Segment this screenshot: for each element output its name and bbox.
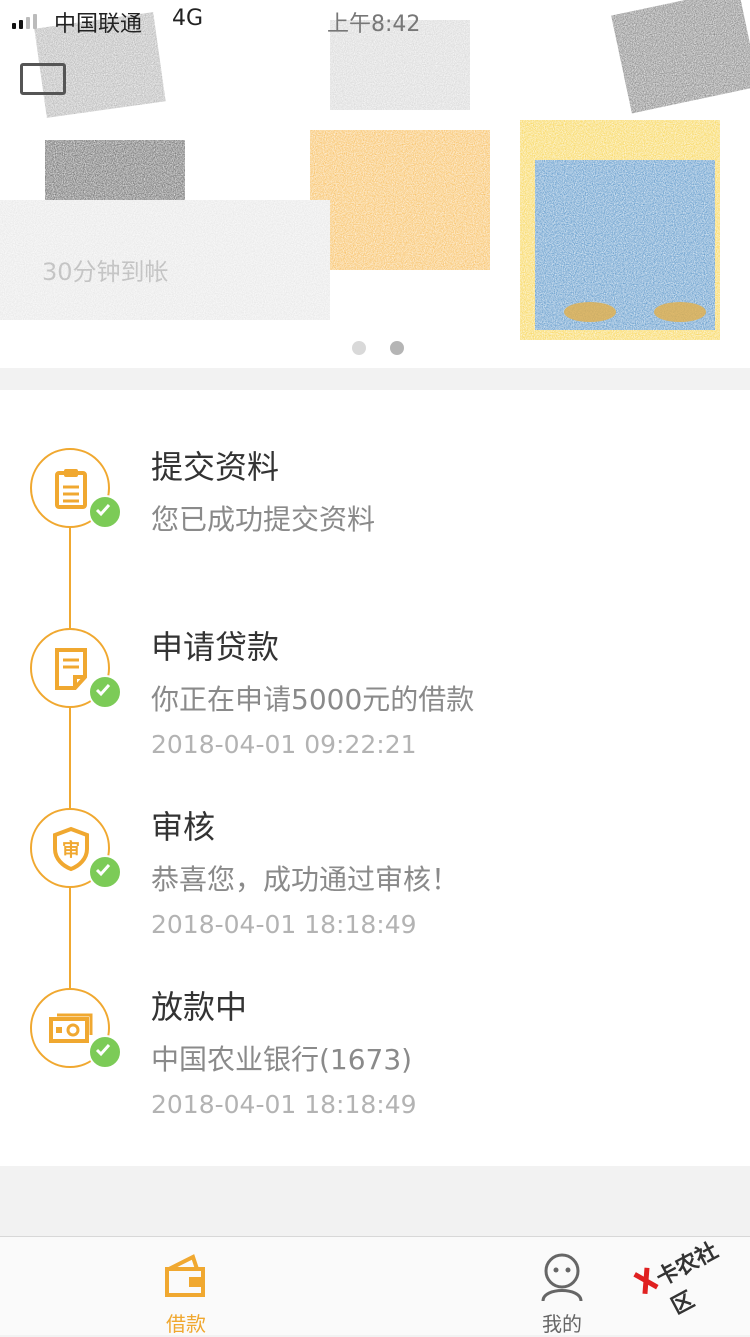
check-icon xyxy=(88,495,122,529)
promo-banner[interactable]: 30分钟到帐 xyxy=(0,0,750,368)
banner-caption: 30分钟到帐 xyxy=(42,258,169,286)
user-icon xyxy=(541,1253,583,1301)
page-dot-2[interactable] xyxy=(390,341,404,355)
banner-illustration xyxy=(0,0,750,340)
clipboard-icon xyxy=(30,448,122,529)
step-title: 申请贷款 xyxy=(151,628,280,666)
tab-mine[interactable]: 我的 xyxy=(507,1237,617,1336)
check-icon xyxy=(88,855,122,889)
wallet-icon xyxy=(165,1254,205,1297)
carrier-name: 中国联通 xyxy=(54,12,143,37)
step-description: 您已成功提交资料 xyxy=(151,503,376,536)
check-icon xyxy=(88,675,122,709)
step-timestamp: 2018-04-01 09:22:21 xyxy=(151,730,417,759)
tab-label: 借款 xyxy=(166,1312,206,1336)
step-title: 审核 xyxy=(151,808,216,846)
step-description: 中国农业银行(1673) xyxy=(151,1043,413,1076)
step-description: 恭喜您，成功通过审核！ xyxy=(151,863,460,896)
timeline-connector xyxy=(69,490,71,1010)
svg-text:审: 审 xyxy=(62,839,80,861)
banner-page-indicator xyxy=(352,341,404,355)
back-button[interactable] xyxy=(20,63,66,95)
step-timestamp: 2018-04-01 18:18:49 xyxy=(151,1090,417,1119)
network-type: 4G xyxy=(172,6,204,31)
step-title: 放款中 xyxy=(151,988,248,1026)
page-dot-1[interactable] xyxy=(352,341,366,355)
step-timestamp: 2018-04-01 18:18:49 xyxy=(151,910,417,939)
check-icon xyxy=(88,1035,122,1069)
community-watermark: 卡农社区 xyxy=(626,1220,736,1320)
document-icon xyxy=(30,628,122,709)
tab-label: 我的 xyxy=(542,1312,582,1336)
step-description: 你正在申请5000元的借款 xyxy=(151,683,475,716)
shield-icon: 审 xyxy=(30,808,122,889)
status-time: 上午8:42 xyxy=(327,12,421,37)
status-bar: 中国联通 4G 上午8:42 xyxy=(0,0,750,40)
tab-loan[interactable]: 借款 xyxy=(131,1237,241,1336)
step-title: 提交资料 xyxy=(151,448,280,486)
loan-progress-timeline: 提交资料 您已成功提交资料 申请贷款 你正在申请5000元的借款 2018-04… xyxy=(0,390,750,1166)
cash-icon xyxy=(30,988,122,1069)
signal-icon xyxy=(12,14,37,29)
